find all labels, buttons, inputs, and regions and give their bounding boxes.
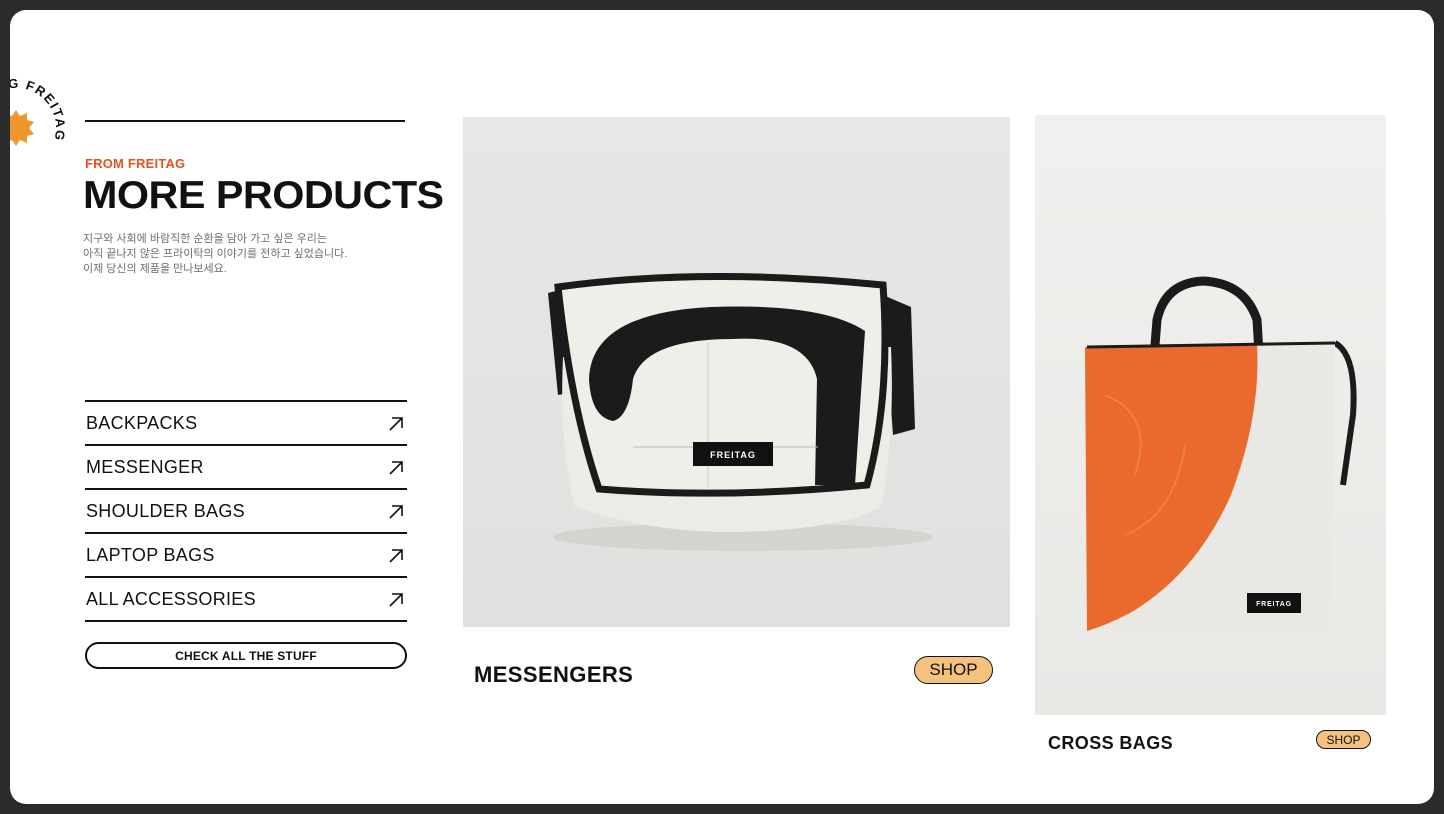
category-label: ALL ACCESSORIES: [86, 588, 256, 609]
section-title: MORE PRODUCTS: [83, 174, 444, 217]
category-label: BACKPACKS: [86, 412, 198, 433]
top-divider: [85, 120, 405, 122]
messenger-bag-illustration: FREITAG: [548, 272, 933, 551]
product-title-messengers: MESSENGERS: [474, 662, 634, 687]
product-title-cross-bags: CROSS BAGS: [1048, 733, 1174, 753]
category-link-laptop-bags[interactable]: LAPTOP BAGS: [85, 534, 407, 578]
description-line: 지구와 사회에 바람직한 순환을 담아 가고 싶은 우리는: [83, 233, 328, 245]
category-list: BACKPACKS MESSENGER SHOULDER BAGS LAPTOP…: [85, 400, 407, 622]
category-link-all-accessories[interactable]: ALL ACCESSORIES: [85, 578, 407, 622]
description-line: 아직 끝나지 않은 프라이탁의 이야기를 전하고 싶었습니다.: [83, 248, 348, 260]
shop-messengers-button[interactable]: SHOP: [914, 656, 993, 684]
section-description: 지구와 사회에 바람직한 순환을 담아 가고 싶은 우리는 아직 끝나지 않은 …: [83, 232, 347, 277]
shop-cross-bags-button[interactable]: SHOP: [1316, 730, 1371, 749]
arrow-up-right-icon: [389, 417, 403, 431]
arrow-up-right-icon: [389, 549, 403, 563]
messenger-bag-image[interactable]: FREITAG: [463, 117, 1010, 627]
cross-bag-image[interactable]: FREITAG: [1035, 115, 1386, 715]
arrow-up-right-icon: [389, 593, 403, 607]
description-line: 이제 당신의 제품을 만나보세요.: [83, 263, 227, 275]
page-frame: FREITAG FREITAG FROM FREITAG MORE PRODUC…: [10, 10, 1434, 804]
category-label: LAPTOP BAGS: [86, 544, 215, 565]
category-link-backpacks[interactable]: BACKPACKS: [85, 402, 407, 446]
category-link-shoulder-bags[interactable]: SHOULDER BAGS: [85, 490, 407, 534]
category-link-messenger[interactable]: MESSENGER: [85, 446, 407, 490]
cross-bag-logo-text: FREITAG: [1256, 601, 1292, 608]
category-label: SHOULDER BAGS: [86, 500, 245, 521]
category-label: MESSENGER: [86, 456, 204, 477]
messenger-logo-text: FREITAG: [710, 450, 756, 460]
arrow-up-right-icon: [389, 461, 403, 475]
section-eyebrow: FROM FREITAG: [85, 156, 186, 171]
cross-bag-illustration: FREITAG: [1085, 276, 1357, 631]
check-all-stuff-button[interactable]: CHECK ALL THE STUFF: [85, 642, 407, 669]
arrow-up-right-icon: [389, 505, 403, 519]
brand-badge-icon: FREITAG FREITAG: [10, 76, 67, 146]
